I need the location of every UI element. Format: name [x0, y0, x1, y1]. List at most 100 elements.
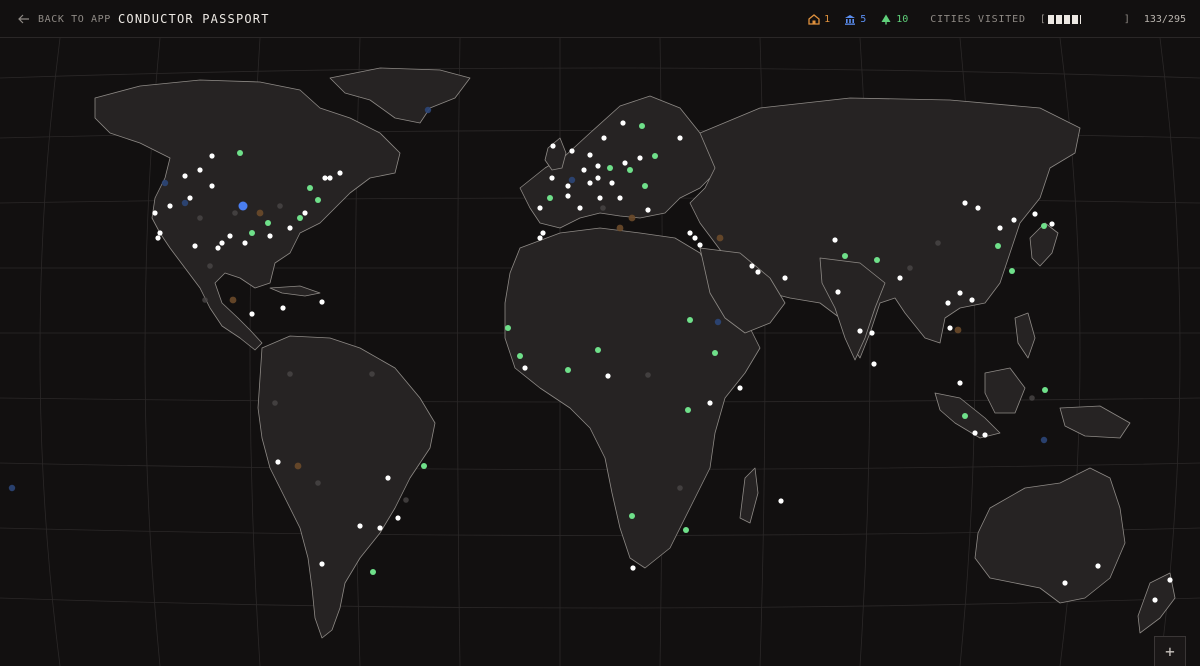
city-marker[interactable] [607, 165, 613, 171]
city-marker[interactable] [197, 215, 203, 221]
city-marker[interactable] [249, 311, 255, 317]
city-marker[interactable] [319, 561, 325, 567]
city-marker[interactable] [1041, 223, 1047, 229]
city-marker[interactable] [687, 317, 693, 323]
city-marker[interactable] [202, 297, 208, 303]
city-marker[interactable] [265, 220, 271, 226]
city-marker[interactable] [232, 210, 238, 216]
city-marker[interactable] [182, 173, 188, 179]
city-marker[interactable] [1095, 563, 1101, 569]
city-marker[interactable] [995, 243, 1001, 249]
city-marker[interactable] [645, 372, 651, 378]
city-marker[interactable] [395, 515, 401, 521]
city-marker[interactable] [197, 167, 203, 173]
city-marker[interactable] [947, 325, 953, 331]
city-marker[interactable] [294, 462, 302, 470]
city-marker[interactable] [685, 407, 691, 413]
city-marker[interactable] [857, 328, 863, 334]
city-marker[interactable] [692, 235, 698, 241]
city-marker[interactable] [207, 263, 213, 269]
city-marker[interactable] [982, 432, 988, 438]
city-marker[interactable] [238, 201, 248, 211]
city-marker[interactable] [337, 170, 343, 176]
city-marker[interactable] [600, 205, 606, 211]
city-marker[interactable] [403, 497, 409, 503]
city-marker[interactable] [369, 371, 375, 377]
city-marker[interactable] [962, 200, 968, 206]
city-marker[interactable] [595, 175, 601, 181]
city-marker[interactable] [627, 167, 633, 173]
city-marker[interactable] [322, 175, 328, 181]
city-marker[interactable] [550, 143, 556, 149]
city-marker[interactable] [1011, 217, 1017, 223]
city-marker[interactable] [712, 350, 718, 356]
city-marker[interactable] [609, 180, 615, 186]
city-marker[interactable] [755, 269, 761, 275]
city-marker[interactable] [957, 380, 963, 386]
city-marker[interactable] [630, 565, 636, 571]
city-marker[interactable] [832, 237, 838, 243]
city-marker[interactable] [152, 210, 158, 216]
city-marker[interactable] [628, 214, 636, 222]
city-marker[interactable] [869, 330, 875, 336]
city-marker[interactable] [1032, 211, 1038, 217]
city-marker[interactable] [587, 180, 593, 186]
city-marker[interactable] [716, 234, 724, 242]
city-marker[interactable] [209, 153, 215, 159]
city-marker[interactable] [421, 463, 427, 469]
city-marker[interactable] [683, 527, 689, 533]
city-marker[interactable] [565, 367, 571, 373]
city-marker[interactable] [957, 290, 963, 296]
city-marker[interactable] [302, 210, 308, 216]
city-marker[interactable] [835, 289, 841, 295]
city-marker[interactable] [242, 240, 248, 246]
city-marker[interactable] [568, 176, 576, 184]
city-marker[interactable] [1042, 387, 1048, 393]
city-marker[interactable] [714, 318, 722, 326]
city-marker[interactable] [192, 243, 198, 249]
city-marker[interactable] [677, 485, 683, 491]
city-marker[interactable] [277, 203, 283, 209]
city-marker[interactable] [547, 195, 553, 201]
city-marker[interactable] [307, 185, 313, 191]
city-marker[interactable] [227, 233, 233, 239]
city-marker[interactable] [237, 150, 243, 156]
city-marker[interactable] [256, 209, 264, 217]
city-marker[interactable] [569, 148, 575, 154]
city-marker[interactable] [778, 498, 784, 504]
city-marker[interactable] [275, 459, 281, 465]
city-marker[interactable] [637, 155, 643, 161]
city-marker[interactable] [209, 183, 215, 189]
city-marker[interactable] [1152, 597, 1158, 603]
city-marker[interactable] [537, 205, 543, 211]
city-marker[interactable] [617, 195, 623, 201]
city-marker[interactable] [1049, 221, 1055, 227]
city-marker[interactable] [517, 353, 523, 359]
city-marker[interactable] [581, 167, 587, 173]
city-marker[interactable] [505, 325, 511, 331]
city-marker[interactable] [537, 235, 543, 241]
city-marker[interactable] [424, 106, 432, 114]
city-marker[interactable] [167, 203, 173, 209]
city-marker[interactable] [272, 400, 278, 406]
city-marker[interactable] [229, 296, 237, 304]
city-marker[interactable] [327, 175, 333, 181]
city-marker[interactable] [616, 224, 624, 232]
city-marker[interactable] [597, 195, 603, 201]
city-marker[interactable] [969, 297, 975, 303]
city-marker[interactable] [874, 257, 880, 263]
back-to-app-link[interactable]: BACK TO APP [18, 10, 111, 28]
city-marker[interactable] [370, 569, 376, 575]
city-marker[interactable] [267, 233, 273, 239]
city-marker[interactable] [540, 230, 546, 236]
city-marker[interactable] [587, 152, 593, 158]
city-marker[interactable] [287, 371, 293, 377]
city-marker[interactable] [645, 207, 651, 213]
city-marker[interactable] [749, 263, 755, 269]
city-marker[interactable] [639, 123, 645, 129]
city-marker[interactable] [1167, 577, 1173, 583]
city-marker[interactable] [297, 215, 303, 221]
city-marker[interactable] [155, 235, 161, 241]
city-marker[interactable] [652, 153, 658, 159]
world-map[interactable] [0, 38, 1200, 666]
